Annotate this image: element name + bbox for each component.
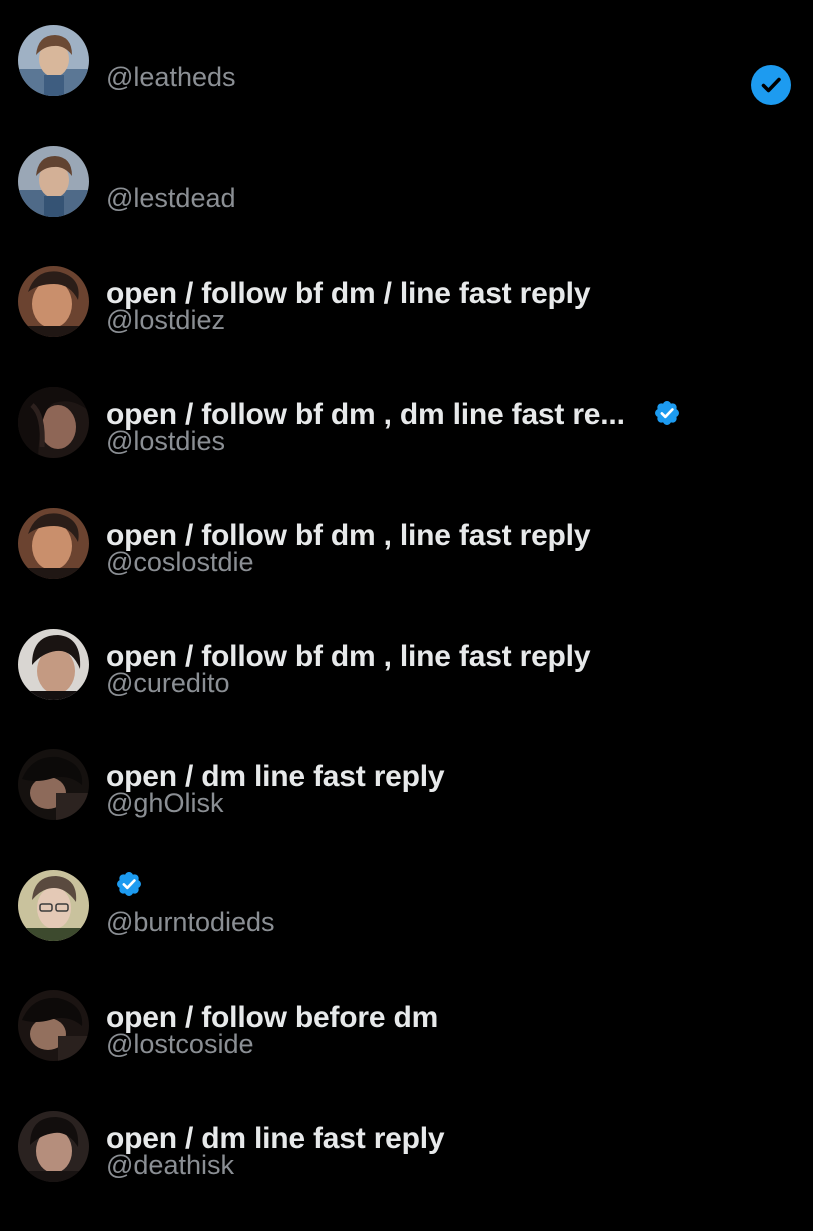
avatar xyxy=(18,629,89,700)
avatar xyxy=(18,870,89,941)
account-handle: @ghOlisk xyxy=(106,788,224,818)
account-handle: @coslostdie xyxy=(106,547,254,577)
account-row-gholisk[interactable]: open / dm line fast reply @ghOlisk xyxy=(0,749,813,869)
avatar xyxy=(18,146,89,217)
account-row-lostdiez[interactable]: open / follow bf dm / line fast reply @l… xyxy=(0,266,813,386)
verified-badge-icon xyxy=(117,872,141,896)
account-handle: @leatheds xyxy=(106,62,236,92)
account-handle: @deathisk xyxy=(106,1150,234,1180)
account-row-leatheds[interactable]: @leatheds xyxy=(0,25,813,145)
account-handle: @lostcoside xyxy=(106,1029,254,1059)
account-row-lostdies[interactable]: open / follow bf dm , dm line fast re...… xyxy=(0,387,813,507)
avatar xyxy=(18,266,89,337)
account-handle: @burntodieds xyxy=(106,907,275,937)
account-handle: @lostdiez xyxy=(106,305,225,335)
checkmark-circle-icon xyxy=(751,65,791,105)
account-row-burntodieds[interactable]: @burntodieds xyxy=(0,870,813,990)
account-row-lestdead[interactable]: @lestdead xyxy=(0,146,813,266)
avatar xyxy=(18,990,89,1061)
avatar xyxy=(18,387,89,458)
account-handle: @lestdead xyxy=(106,183,236,213)
account-row-curedito[interactable]: open / follow bf dm , line fast reply @c… xyxy=(0,629,813,749)
account-handle: @curedito xyxy=(106,668,230,698)
account-row-deathisk[interactable]: open / dm line fast reply @deathisk xyxy=(0,1111,813,1231)
verified-badge-icon xyxy=(654,401,679,426)
avatar xyxy=(18,25,89,96)
avatar xyxy=(18,508,89,579)
account-row-lostcoside[interactable]: open / follow before dm @lostcoside xyxy=(0,990,813,1110)
avatar xyxy=(18,749,89,820)
account-handle: @lostdies xyxy=(106,426,225,456)
avatar xyxy=(18,1111,89,1182)
account-row-coslostdie[interactable]: open / follow bf dm , line fast reply @c… xyxy=(0,508,813,628)
